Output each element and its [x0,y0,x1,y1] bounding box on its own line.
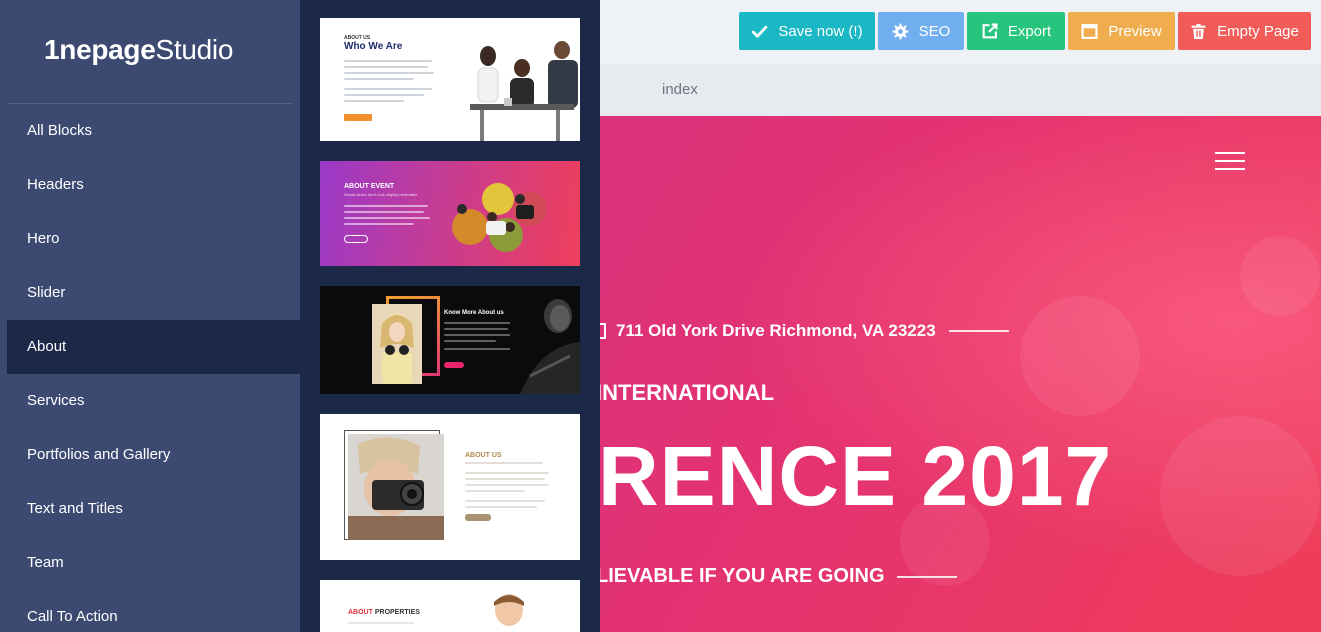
thumb-title: Who We Are [344,41,403,52]
tagline-text: LIEVABLE IF YOU ARE GOING [600,565,885,587]
thumb-button [344,235,368,243]
page-canvas[interactable]: 711 Old York Drive Richmond, VA 23223 IN… [600,116,1321,632]
address-text: 711 Old York Drive Richmond, VA 23223 [616,321,936,340]
export-button[interactable]: Export [967,12,1065,50]
thumb-button [344,114,372,121]
block-thumbnails-panel: ABOUT US Who We Are ABOUT EVENT Words wh… [300,0,600,632]
block-thumbnail-about-5[interactable]: ABOUT PROPERTIES [320,580,580,632]
meeting-photo [460,34,580,141]
thumb-title: ABOUT US [465,452,502,459]
decorative-rule [896,575,957,578]
sidebar-item-call-to-action[interactable]: Call To Action [7,590,300,632]
bokeh-light [1240,236,1320,316]
thumb-title: ABOUT EVENT [344,183,395,190]
seo-button[interactable]: SEO [878,12,964,50]
sidebar-item-slider[interactable]: Slider [7,266,300,320]
empty-page-label: Empty Page [1217,22,1299,40]
sidebar-item-all-blocks[interactable]: All Blocks [7,104,300,158]
category-list: All Blocks Headers Hero Slider About Ser… [7,104,300,632]
empty-page-button[interactable]: Empty Page [1178,12,1311,50]
sidebar-item-about[interactable]: About [7,320,300,374]
photographer-photo [348,434,444,540]
trash-icon [1191,23,1206,39]
logo-mark: 1 [44,34,60,65]
save-now-label: Save now (!) [778,22,863,40]
hero-title: RENCE 2017 [600,429,1113,523]
category-sidebar: 1 nepage Studio All Blocks Headers Hero Sl… [0,0,300,632]
man-photo [494,594,524,626]
sidebar-item-headers[interactable]: Headers [7,158,300,212]
location-icon [600,323,606,339]
check-icon [752,25,768,38]
sidebar-item-team[interactable]: Team [7,536,300,590]
bokeh-light [1020,296,1140,416]
event-photo [452,183,547,252]
tab-index[interactable]: index [662,81,698,98]
logo-text-bold: nepage [59,34,156,65]
sidebar-item-services[interactable]: Services [7,374,300,428]
sidebar-item-text-titles[interactable]: Text and Titles [7,482,300,536]
hamburger-icon[interactable] [1215,152,1245,170]
hero-subtitle: INTERNATIONAL [600,380,775,405]
thumb-button [465,514,491,521]
thumb-subtitle: Words which don't look slightly believab… [344,192,418,197]
seo-label: SEO [918,22,951,40]
hero-tagline: LIEVABLE IF YOU ARE GOING [600,565,957,588]
bokeh-light [1160,416,1320,576]
guitarist-photo [510,286,580,394]
thumb-title: Know More About us [444,310,504,316]
gear-icon [892,23,909,39]
block-thumbnail-about-4[interactable]: ABOUT US [320,414,580,560]
woman-photo [372,304,422,384]
event-address: 711 Old York Drive Richmond, VA 23223 [600,321,1009,341]
sidebar-item-hero[interactable]: Hero [7,212,300,266]
app-logo[interactable]: 1 nepage Studio [44,30,233,70]
external-link-icon [982,23,998,38]
export-label: Export [1007,22,1052,40]
decorative-rule [948,330,1009,332]
preview-label: Preview [1108,22,1162,40]
window-icon [1081,23,1098,39]
save-now-button[interactable]: Save now (!) [739,12,875,50]
block-thumbnail-about-3[interactable]: Know More About us [320,286,580,394]
block-thumbnail-about-1[interactable]: ABOUT US Who We Are [320,18,580,141]
block-thumbnail-about-2[interactable]: ABOUT EVENT Words which don't look sligh… [320,161,580,266]
thumb-title: ABOUT PROPERTIES [348,609,420,616]
sidebar-item-portfolios[interactable]: Portfolios and Gallery [7,428,300,482]
top-toolbar: Save now (!) SEO Export Preview Empty Pa… [600,0,1321,64]
thumb-button [444,362,464,368]
preview-button[interactable]: Preview [1068,12,1175,50]
page-tab-bar: index [600,64,1321,116]
logo-text-light: Studio [155,34,234,65]
